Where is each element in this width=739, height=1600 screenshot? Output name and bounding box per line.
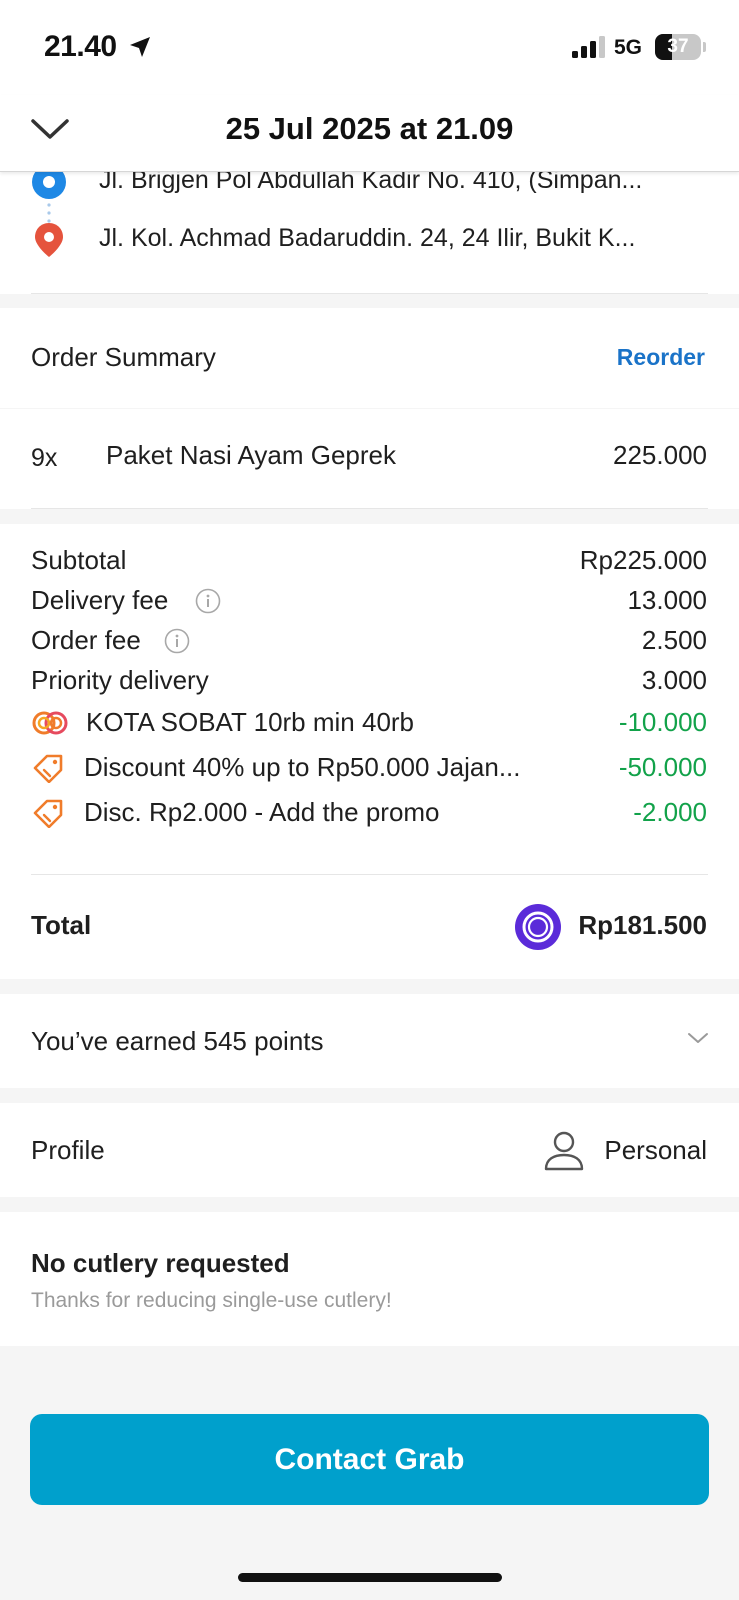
status-bar: 21.40 5G 37 (0, 0, 739, 95)
cutlery-title: No cutlery requested (31, 1248, 290, 1278)
promo-row: KOTA SOBAT 10rb min 40rb -10.000 (0, 707, 739, 747)
price-tag-icon (33, 754, 63, 783)
delivery-fee-value: 13.000 (627, 585, 707, 615)
battery-percent: 37 (667, 36, 689, 57)
ovo-wallet-icon (515, 904, 561, 950)
item-name: Paket Nasi Ayam Geprek (106, 440, 396, 470)
page-header: 25 Jul 2025 at 21.09 (0, 95, 739, 172)
order-fee-value: 2.500 (641, 625, 707, 655)
order-fee-row: Order fee 2.500 (0, 625, 739, 665)
dropoff-address: Jl. Kol. Achmad Badaruddin. 24, 24 Ilir,… (99, 224, 636, 252)
network-type: 5G (614, 36, 643, 59)
priority-delivery-label: Priority delivery (31, 665, 209, 695)
route-section: Jl. Brigjen Pol Abdullah Kadir No. 410, … (0, 165, 739, 294)
profile-label: Profile (31, 1135, 105, 1165)
divider (31, 874, 708, 875)
total-value: Rp181.500 (578, 910, 707, 940)
order-fee-label: Order fee (31, 625, 141, 655)
promo-row: Discount 40% up to Rp50.000 Jajan... -50… (0, 752, 739, 792)
priority-delivery-value: 3.000 (641, 665, 707, 695)
profile-value: Personal (604, 1135, 707, 1165)
price-tag-icon (33, 799, 63, 828)
home-indicator (238, 1573, 502, 1582)
cutlery-section: No cutlery requested Thanks for reducing… (0, 1212, 739, 1346)
divider (31, 293, 708, 294)
order-summary-header: Order Summary Reorder (0, 308, 739, 408)
promo-value: -2.000 (633, 797, 707, 827)
person-icon (544, 1131, 584, 1171)
item-quantity: 9x (31, 444, 58, 472)
price-breakdown: Subtotal Rp225.000 Delivery fee 13.000 O… (0, 524, 739, 979)
dropoff-pin-icon (35, 223, 63, 257)
priority-delivery-row: Priority delivery 3.000 (0, 665, 739, 705)
route-connector (47, 203, 51, 223)
order-detail-screen: 21.40 5G 37 25 Jul 2025 at 21.09 Jl. Bri… (0, 0, 739, 1600)
promo-label: Disc. Rp2.000 - Add the promo (84, 797, 440, 827)
delivery-fee-row: Delivery fee 13.000 (0, 585, 739, 625)
total-label: Total (31, 910, 92, 940)
status-time: 21.40 (44, 30, 117, 63)
subtotal-value: Rp225.000 (579, 545, 707, 575)
order-item: 9x Paket Nasi Ayam Geprek 225.000 (0, 409, 739, 509)
promo-row: Disc. Rp2.000 - Add the promo -2.000 (0, 797, 739, 837)
info-icon[interactable] (164, 628, 190, 654)
reorder-button[interactable]: Reorder (617, 344, 705, 371)
promo-value: -10.000 (618, 707, 707, 737)
promo-label: KOTA SOBAT 10rb min 40rb (86, 707, 415, 737)
page-title: 25 Jul 2025 at 21.09 (225, 111, 514, 146)
battery-nub (703, 42, 706, 52)
location-arrow-icon (130, 37, 150, 57)
divider (31, 508, 708, 509)
contact-grab-button[interactable]: Contact Grab (30, 1414, 709, 1505)
info-icon[interactable] (195, 588, 221, 614)
subtotal-label: Subtotal (31, 545, 127, 575)
battery-icon: 37 (655, 34, 701, 60)
order-summary-title: Order Summary (31, 342, 216, 372)
points-earned-text: You’ve earned 545 points (31, 1026, 324, 1056)
dropoff-row: Jl. Kol. Achmad Badaruddin. 24, 24 Ilir,… (0, 222, 739, 258)
subtotal-row: Subtotal Rp225.000 (0, 545, 739, 585)
item-price: 225.000 (613, 440, 707, 470)
cutlery-subtitle: Thanks for reducing single-use cutlery! (31, 1289, 392, 1312)
membership-rings-icon (32, 711, 68, 735)
delivery-fee-label: Delivery fee (31, 585, 169, 615)
chevron-down-icon[interactable] (687, 1030, 709, 1046)
points-earned-row[interactable]: You’ve earned 545 points (0, 994, 739, 1088)
promo-label: Discount 40% up to Rp50.000 Jajan... (84, 752, 521, 782)
profile-row: Profile Personal (0, 1103, 739, 1197)
cellular-signal-icon (572, 36, 605, 58)
promo-value: -50.000 (618, 752, 707, 782)
